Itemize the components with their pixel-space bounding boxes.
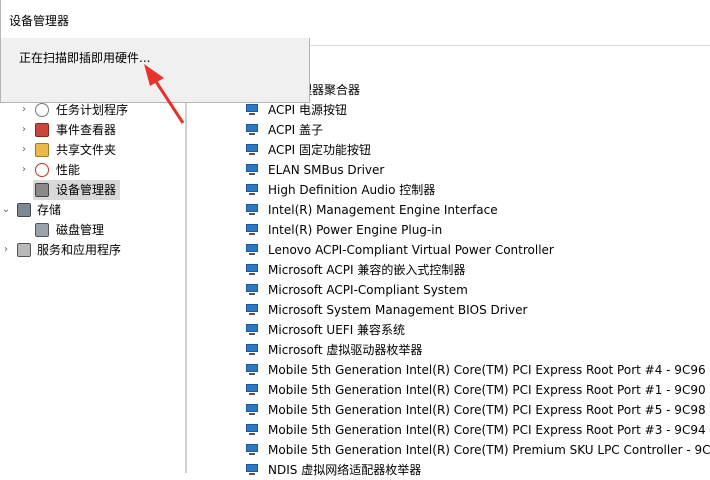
popup-title-bar: 设备管理器 — [1, 0, 310, 38]
system-device-icon — [245, 224, 259, 236]
device-item-label: Mobile 5th Generation Intel(R) Core(TM) … — [268, 423, 706, 437]
tree-item-label: 磁盘管理 — [56, 223, 105, 237]
system-device-icon — [245, 384, 259, 396]
device-item-label: Microsoft System Management BIOS Driver — [268, 303, 528, 317]
system-device-icon — [245, 304, 259, 316]
chevron-down-icon[interactable]: ⌄ — [0, 200, 12, 220]
chevron-right-icon[interactable]: › — [18, 140, 30, 160]
tree-item-storage[interactable]: ⌄ 存储 — [0, 200, 185, 220]
system-device-icon — [245, 144, 259, 156]
popup-title: 设备管理器 — [9, 14, 70, 28]
chevron-right-icon[interactable]: › — [18, 160, 30, 180]
tree-item-event-viewer[interactable]: › 事件查看器 — [0, 120, 185, 140]
console-tree-pane[interactable]: › 任务计划程序 › 事件查看器 › 共享文件夹 › 性能 设备管理器 ⌄ 存储… — [0, 46, 185, 473]
system-device-icon — [245, 204, 259, 216]
device-item-label: Intel(R) Power Engine Plug-in — [268, 223, 443, 237]
system-device-icon — [245, 284, 259, 296]
services-icon — [17, 243, 31, 257]
device-item-label: ACPI 电源按钮 — [268, 103, 347, 117]
tree-item-label: 服务和应用程序 — [37, 243, 122, 257]
tree-item-label: 事件查看器 — [56, 123, 117, 137]
system-device-icon — [245, 184, 259, 196]
shared-folders-icon — [35, 143, 49, 157]
device-item-label: Microsoft UEFI 兼容系统 — [268, 323, 406, 337]
device-manager-icon — [35, 183, 49, 197]
system-device-icon — [245, 124, 259, 136]
event-viewer-icon — [35, 123, 49, 137]
device-item-label: Mobile 5th Generation Intel(R) Core(TM) … — [268, 403, 706, 417]
system-device-icon — [245, 404, 259, 416]
chevron-right-icon[interactable]: › — [18, 120, 30, 140]
device-item-label: ELAN SMBus Driver — [268, 163, 385, 177]
device-item-label: High Definition Audio 控制器 — [268, 183, 436, 197]
disk-management-icon — [35, 223, 49, 237]
tree-item-shared-folders[interactable]: › 共享文件夹 — [0, 140, 185, 160]
device-item-label: Lenovo ACPI-Compliant Virtual Power Cont… — [268, 243, 554, 257]
task-scheduler-icon — [35, 103, 49, 117]
device-item-label: Microsoft ACPI 兼容的嵌入式控制器 — [268, 263, 466, 277]
device-item-label: Mobile 5th Generation Intel(R) Core(TM) … — [268, 443, 710, 457]
tree-item-task-scheduler[interactable]: › 任务计划程序 — [0, 100, 185, 120]
popup-message: 正在扫描即插即用硬件... — [19, 51, 151, 65]
chevron-right-icon[interactable]: › — [0, 240, 12, 260]
tree-item-disk-management[interactable]: 磁盘管理 — [0, 220, 185, 240]
system-device-icon — [245, 104, 259, 116]
scan-progress-popup: 设备管理器 正在扫描即插即用硬件... — [0, 0, 310, 103]
device-item-label: Microsoft ACPI-Compliant System — [268, 283, 468, 297]
storage-icon — [17, 203, 31, 217]
chevron-right-icon[interactable]: › — [18, 100, 30, 120]
tree-item-label: 设备管理器 — [56, 183, 117, 197]
tree-item-services[interactable]: › 服务和应用程序 — [0, 240, 185, 260]
system-device-icon — [245, 244, 259, 256]
system-device-icon — [245, 364, 259, 376]
system-device-icon — [245, 344, 259, 356]
device-item-label: ACPI 固定功能按钮 — [268, 143, 371, 157]
tree-item-label: 性能 — [56, 163, 81, 177]
system-device-icon — [245, 464, 259, 476]
tree-item-label: 共享文件夹 — [56, 143, 117, 157]
device-item-label: Microsoft 虚拟驱动器枚举器 — [268, 343, 423, 357]
tree-item-label: 存储 — [37, 203, 62, 217]
system-device-icon — [245, 264, 259, 276]
device-item-label: Intel(R) Management Engine Interface — [268, 203, 498, 217]
system-device-icon — [245, 444, 259, 456]
device-item-label: NDIS 虚拟网络适配器枚举器 — [268, 463, 422, 477]
performance-icon — [35, 163, 49, 177]
device-list[interactable]: 理器聚合器 ACPI 电源按钮 ACPI 盖子 ACPI 固定功能按钮 ELAN SM… — [187, 46, 710, 477]
tree-item-label: 任务计划程序 — [56, 103, 129, 117]
device-item-label: ACPI 盖子 — [268, 123, 323, 137]
tree-item-device-manager[interactable]: 设备管理器 — [0, 180, 185, 200]
system-device-icon — [245, 164, 259, 176]
tree-item-performance[interactable]: › 性能 — [0, 160, 185, 180]
system-device-icon — [245, 424, 259, 436]
system-device-icon — [245, 324, 259, 336]
device-item-label: Mobile 5th Generation Intel(R) Core(TM) … — [268, 363, 706, 377]
device-item-label: Mobile 5th Generation Intel(R) Core(TM) … — [268, 383, 706, 397]
